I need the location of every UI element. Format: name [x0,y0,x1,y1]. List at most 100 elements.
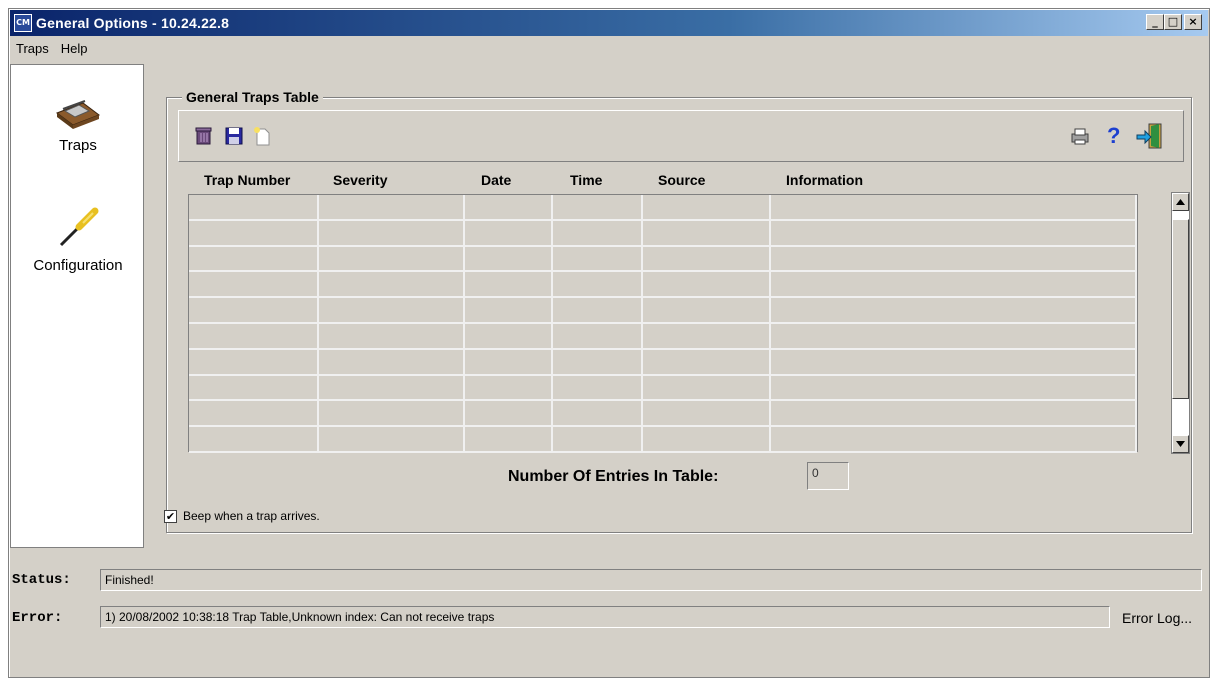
table-cell[interactable] [771,375,1137,402]
table-cell[interactable] [553,427,643,453]
table-cell[interactable] [643,298,771,324]
table-cell[interactable] [771,272,1137,299]
minimize-button[interactable]: _ [1146,14,1164,30]
sidebar-item-traps[interactable]: Traps [11,89,145,154]
table-cell[interactable] [319,195,465,221]
traps-table[interactable] [188,194,1138,453]
table-scrollbar[interactable] [1171,192,1190,454]
table-cell[interactable] [189,375,319,402]
table-cell[interactable] [553,195,643,221]
table-cell[interactable] [465,272,553,299]
table-cell[interactable] [771,427,1137,453]
scroll-down-button[interactable] [1172,435,1189,453]
beep-option[interactable]: ✔ Beep when a trap arrives. [164,509,320,523]
save-disk-icon[interactable] [223,125,245,147]
table-cell[interactable] [319,220,465,247]
table-cell[interactable] [643,375,771,402]
table-row[interactable] [189,323,1137,350]
table-cell[interactable] [771,323,1137,350]
table-cell[interactable] [319,298,465,324]
table-cell[interactable] [319,427,465,453]
table-cell[interactable] [319,349,465,376]
table-row[interactable] [189,401,1137,428]
table-cell[interactable] [771,246,1137,273]
table-cell[interactable] [553,349,643,376]
table-cell[interactable] [553,246,643,273]
table-cell[interactable] [553,375,643,402]
table-row[interactable] [189,298,1137,324]
table-cell[interactable] [189,349,319,376]
table-cell[interactable] [643,220,771,247]
table-cell[interactable] [553,401,643,428]
table-cell[interactable] [771,401,1137,428]
table-cell[interactable] [643,349,771,376]
table-cell[interactable] [465,195,553,221]
menu-item-traps[interactable]: Traps [16,41,49,56]
help-question-icon[interactable]: ? [1107,123,1120,149]
table-cell[interactable] [319,401,465,428]
table-cell[interactable] [553,298,643,324]
table-cell[interactable] [465,349,553,376]
table-cell[interactable] [771,349,1137,376]
table-cell[interactable] [319,246,465,273]
table-cell[interactable] [643,401,771,428]
printer-icon[interactable] [1069,125,1091,147]
table-cell[interactable] [643,246,771,273]
table-cell[interactable] [643,427,771,453]
table-cell[interactable] [553,272,643,299]
table-row[interactable] [189,349,1137,376]
exit-door-icon[interactable] [1135,121,1165,151]
table-cell[interactable] [553,323,643,350]
table-cell[interactable] [465,220,553,247]
table-cell[interactable] [553,220,643,247]
table-row[interactable] [189,427,1137,453]
status-label: Status: [12,572,71,588]
table-cell[interactable] [319,272,465,299]
beep-checkbox[interactable]: ✔ [164,509,177,523]
error-label: Error: [12,610,63,626]
trash-icon[interactable] [193,125,215,147]
table-cell[interactable] [465,375,553,402]
table-row[interactable] [189,375,1137,402]
column-header-severity[interactable]: Severity [333,172,387,190]
table-cell[interactable] [465,427,553,453]
table-cell[interactable] [771,298,1137,324]
table-cell[interactable] [189,401,319,428]
table-cell[interactable] [643,323,771,350]
maximize-button[interactable]: □ [1164,14,1182,30]
scroll-thumb[interactable] [1172,219,1189,399]
table-row[interactable] [189,220,1137,247]
table-cell[interactable] [319,375,465,402]
table-cell[interactable] [771,220,1137,247]
table-cell[interactable] [643,195,771,221]
close-button[interactable]: × [1184,14,1202,30]
table-cell[interactable] [189,272,319,299]
table-cell[interactable] [189,246,319,273]
table-cell[interactable] [465,246,553,273]
table-cell[interactable] [465,323,553,350]
table-row[interactable] [189,195,1137,221]
sidebar-item-configuration[interactable]: Configuration [11,203,145,274]
table-cell[interactable] [189,195,319,221]
table-cell[interactable] [189,298,319,324]
table-cell[interactable] [771,195,1137,221]
table-cell[interactable] [465,401,553,428]
new-document-icon[interactable] [251,125,273,147]
table-row[interactable] [189,272,1137,299]
table-cell[interactable] [189,427,319,453]
menu-item-help[interactable]: Help [61,41,88,56]
column-header-source[interactable]: Source [658,172,705,190]
table-row[interactable] [189,246,1137,273]
column-header-date[interactable]: Date [481,172,511,190]
table-cell[interactable] [189,323,319,350]
title-bar[interactable]: CM General Options - 10.24.22.8 _ □ × [10,10,1208,36]
table-cell[interactable] [465,298,553,324]
table-cell[interactable] [643,272,771,299]
table-cell[interactable] [319,323,465,350]
scroll-up-button[interactable] [1172,193,1189,211]
column-header-information[interactable]: Information [786,172,863,190]
error-log-button[interactable]: Error Log... [1122,610,1192,626]
table-cell[interactable] [189,220,319,247]
column-header-trap-number[interactable]: Trap Number [204,172,290,190]
column-header-time[interactable]: Time [570,172,602,190]
